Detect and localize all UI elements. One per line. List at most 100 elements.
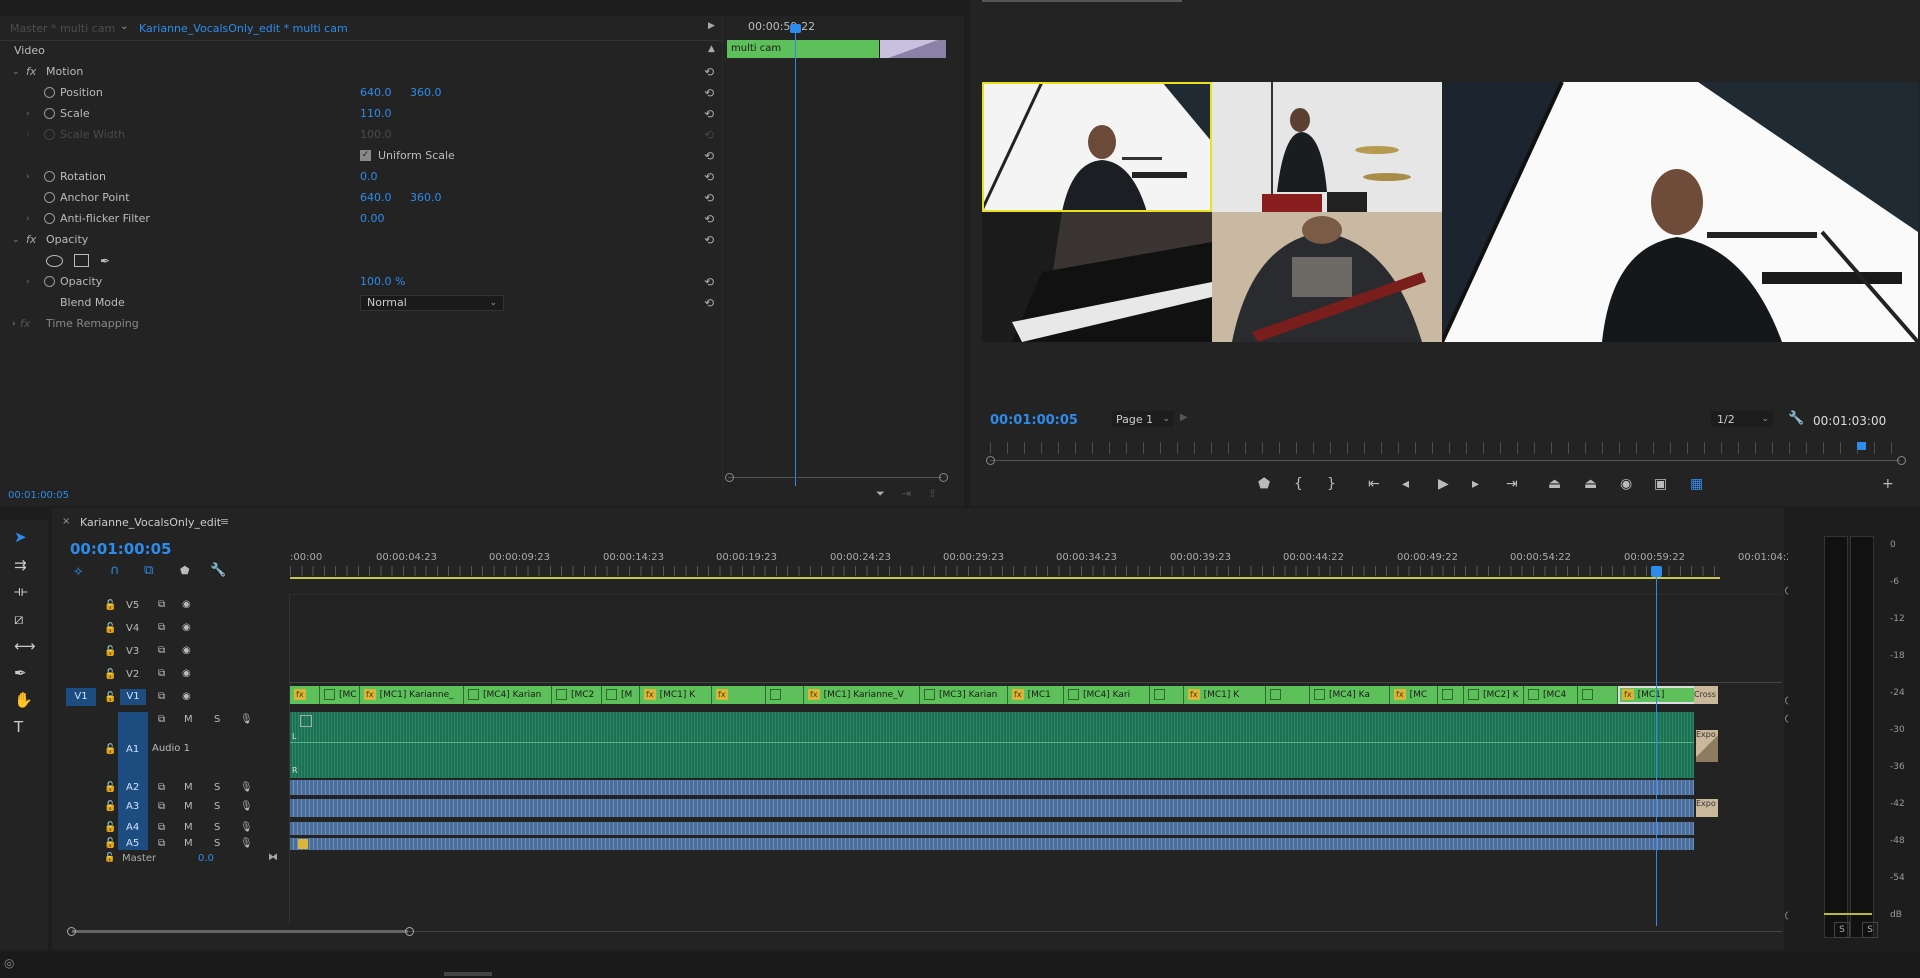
audio-track-label[interactable]: A1 bbox=[126, 744, 139, 755]
slip-tool-icon[interactable]: ⟷ bbox=[14, 637, 36, 655]
status-icon[interactable]: ◎ bbox=[4, 956, 14, 970]
monitor-zoom-bar[interactable] bbox=[990, 460, 1900, 461]
reset-icon[interactable]: ⟲ bbox=[704, 296, 714, 310]
scale-value[interactable]: 110.0 bbox=[360, 107, 392, 120]
anchor-y-value[interactable]: 360.0 bbox=[410, 191, 442, 204]
mute-button[interactable]: M bbox=[184, 822, 193, 833]
track-lock-icon[interactable]: 🔓 bbox=[104, 801, 116, 812]
stopwatch-icon[interactable] bbox=[44, 213, 55, 224]
sequence-tab[interactable]: Karianne_VocalsOnly_edit bbox=[80, 516, 221, 529]
ellipse-mask-icon[interactable] bbox=[46, 254, 63, 267]
master-lock-icon[interactable]: 🔓 bbox=[104, 853, 115, 863]
reset-icon[interactable]: ⟲ bbox=[704, 191, 714, 205]
transition-clip[interactable] bbox=[880, 40, 946, 58]
timeline-timecode[interactable]: 00:01:00:05 bbox=[70, 540, 172, 558]
eye-icon[interactable]: ◉ bbox=[182, 599, 191, 610]
disclosure-icon[interactable]: › bbox=[26, 277, 30, 287]
export-frame-icon[interactable]: ◉ bbox=[1620, 476, 1632, 492]
track-select-tool-icon[interactable]: ⇉ bbox=[14, 556, 27, 574]
eye-icon[interactable]: ◉ bbox=[182, 645, 191, 656]
multicam-clip[interactable]: [MC3] Karian bbox=[920, 686, 1008, 704]
monitor-playhead[interactable] bbox=[1857, 442, 1866, 450]
multicam-clip[interactable]: fx bbox=[712, 686, 766, 704]
hand-tool-icon[interactable]: ✋ bbox=[14, 691, 33, 709]
multicam-toggle-icon[interactable]: ▦ bbox=[1690, 476, 1703, 492]
fx-badge-icon[interactable]: fx bbox=[1012, 689, 1024, 700]
mark-out-icon[interactable]: } bbox=[1327, 476, 1336, 492]
reset-icon[interactable]: ⟲ bbox=[704, 170, 714, 184]
add-marker-icon[interactable]: ⬟ bbox=[180, 564, 190, 577]
multicam-view[interactable] bbox=[982, 82, 1918, 342]
solo-button[interactable]: S bbox=[214, 801, 220, 812]
multicam-clip[interactable]: fx bbox=[290, 686, 320, 704]
multicam-clip[interactable]: fx [MC bbox=[1390, 686, 1438, 704]
comparison-view-icon[interactable]: ▣ bbox=[1654, 476, 1667, 492]
fx-badge-icon[interactable]: fx bbox=[1394, 689, 1406, 700]
multicam-clip[interactable]: [MC2 bbox=[552, 686, 602, 704]
timeline-settings-icon[interactable]: 🔧 bbox=[210, 563, 226, 578]
track-lock-icon[interactable]: 🔓 bbox=[104, 838, 116, 849]
play-only-icon[interactable]: ▶ bbox=[708, 21, 715, 31]
stopwatch-icon[interactable] bbox=[44, 192, 55, 203]
disclosure-icon[interactable]: › bbox=[26, 172, 30, 182]
audio-3-clip[interactable] bbox=[290, 799, 1694, 817]
play-audio-icon[interactable]: ⇥ bbox=[902, 487, 911, 500]
multicam-clip[interactable] bbox=[1150, 686, 1184, 704]
anchor-x-value[interactable]: 640.0 bbox=[360, 191, 392, 204]
source-patch-v1[interactable]: V1 bbox=[66, 688, 96, 706]
audio-track-label[interactable]: A4 bbox=[126, 822, 139, 833]
stopwatch-icon[interactable] bbox=[44, 171, 55, 182]
tab-menu-icon[interactable]: ≡ bbox=[220, 515, 229, 528]
microphone-icon[interactable]: 🎙 bbox=[240, 822, 253, 833]
multicam-clip[interactable]: fx [MC1] bbox=[1618, 686, 1698, 704]
multicam-clip[interactable] bbox=[1438, 686, 1464, 704]
fx-badge-icon[interactable]: fx bbox=[364, 689, 376, 700]
camera-3-thumbnail[interactable] bbox=[982, 212, 1212, 342]
disclosure-icon[interactable]: ⌄ bbox=[12, 235, 20, 245]
multicam-clip[interactable]: fx [MC1] Karianne_V bbox=[804, 686, 920, 704]
pen-tool-icon[interactable]: ✒ bbox=[14, 664, 27, 682]
fx-badge-icon[interactable]: fx bbox=[294, 689, 306, 700]
lift-icon[interactable]: ⏏ bbox=[1548, 476, 1561, 492]
linked-selection-icon[interactable]: ⧉ bbox=[144, 563, 153, 578]
track-lock-icon[interactable]: 🔓 bbox=[104, 669, 116, 680]
position-y-value[interactable]: 360.0 bbox=[410, 86, 442, 99]
audio-1-waveform[interactable] bbox=[290, 712, 1694, 778]
program-timecode[interactable]: 00:01:00:05 bbox=[990, 413, 1078, 428]
motion-row[interactable]: ⌄ fx Motion ⟲ bbox=[8, 61, 720, 82]
time-remapping-row[interactable]: › fx Time Remapping bbox=[8, 313, 720, 334]
zoom-handle-right[interactable] bbox=[1897, 456, 1906, 465]
page-select[interactable]: Page 1 ⌄ bbox=[1112, 411, 1174, 427]
multicam-clip[interactable] bbox=[1266, 686, 1310, 704]
reset-icon[interactable]: ⟲ bbox=[704, 149, 714, 163]
sync-lock-icon[interactable]: ⧉ bbox=[158, 822, 165, 833]
reset-icon[interactable]: ⟲ bbox=[704, 275, 714, 289]
step-back-icon[interactable]: ◂ bbox=[1402, 476, 1409, 492]
sync-lock-icon[interactable]: ⧉ bbox=[158, 599, 165, 610]
multicam-clip[interactable]: [MC4] Ka bbox=[1310, 686, 1390, 704]
audio-track-label[interactable]: A3 bbox=[126, 801, 139, 812]
add-button-icon[interactable]: + bbox=[1882, 476, 1894, 492]
ripple-edit-tool-icon[interactable]: ⟛ bbox=[14, 582, 28, 600]
mini-timeline-clip[interactable]: multi cam bbox=[727, 40, 879, 58]
snap-icon[interactable]: ∩ bbox=[110, 563, 120, 578]
opacity-value[interactable]: 100.0 % bbox=[360, 275, 405, 288]
multicam-clip[interactable]: fx [MC1] K bbox=[1184, 686, 1266, 704]
go-to-in-icon[interactable]: ⇤ bbox=[1368, 476, 1380, 492]
active-clip-tab[interactable]: Karianne_VocalsOnly_edit * multi cam bbox=[139, 22, 348, 35]
track-lock-icon[interactable]: 🔓 bbox=[104, 623, 116, 634]
multicam-clip[interactable]: [MC2] K bbox=[1464, 686, 1524, 704]
extract-icon[interactable]: ⏏ bbox=[1584, 476, 1597, 492]
position-x-value[interactable]: 640.0 bbox=[360, 86, 392, 99]
sync-lock-icon[interactable]: ⧉ bbox=[158, 801, 165, 812]
work-area-bar[interactable] bbox=[290, 577, 1720, 579]
camera-4-thumbnail[interactable] bbox=[1212, 212, 1442, 342]
microphone-icon[interactable]: 🎙 bbox=[240, 801, 253, 812]
audio-5-fx-badge[interactable] bbox=[298, 839, 308, 849]
mark-in-icon[interactable]: { bbox=[1294, 476, 1303, 492]
multicam-clip[interactable]: fx [MC1 bbox=[1008, 686, 1064, 704]
audio-3-transition[interactable]: Expo bbox=[1696, 799, 1718, 817]
solo-button[interactable]: S bbox=[214, 838, 220, 849]
mute-button[interactable]: M bbox=[184, 714, 193, 725]
track-lock-icon[interactable]: 🔓 bbox=[104, 646, 116, 657]
